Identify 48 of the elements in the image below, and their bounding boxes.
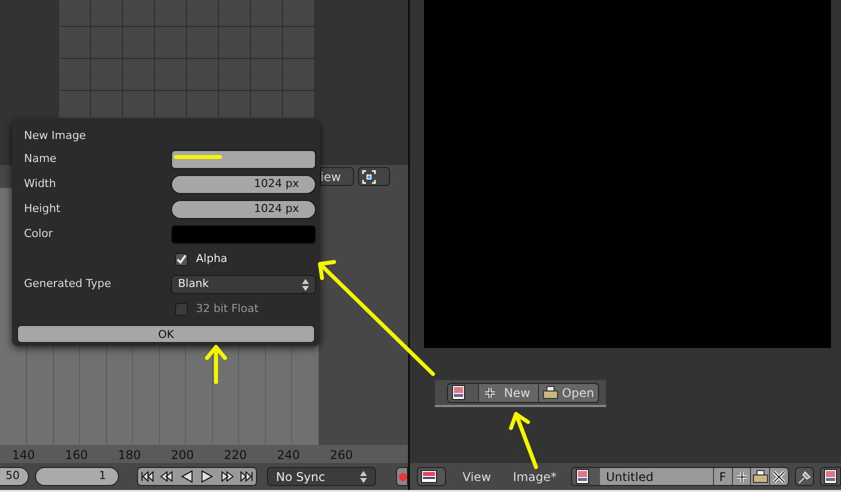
field-label: Width (24, 176, 56, 192)
updown-arrows-icon (302, 278, 309, 290)
ruler-label: 160 (65, 447, 88, 464)
number-field[interactable]: 1024 px (171, 175, 316, 194)
highlighter-mark (174, 155, 222, 160)
checkbox[interactable]: Alpha (175, 251, 228, 268)
playback-controls[interactable] (137, 467, 258, 486)
sync-dropdown[interactable]: No Sync (267, 467, 376, 486)
menu-item[interactable]: View (462, 468, 492, 486)
field-label: Height (24, 201, 60, 218)
checkbox[interactable]: 32 bit Float (175, 301, 259, 318)
dialog-title: New Image (24, 128, 86, 144)
editor-type-button[interactable] (417, 467, 446, 486)
ruler-label: 140 (12, 447, 35, 464)
number-field[interactable]: 1024 px (171, 200, 316, 219)
check-icon (176, 254, 187, 265)
current-frame-field[interactable]: 1 (34, 467, 120, 486)
display-mode-button[interactable] (358, 167, 390, 186)
field-label: Generated Type (24, 276, 112, 292)
field-label: Name (24, 151, 56, 168)
ruler-label: 200 (171, 447, 194, 464)
name-field[interactable] (171, 150, 316, 169)
plus-icon (484, 386, 496, 398)
focus-icon (362, 170, 376, 184)
color-swatch[interactable] (171, 225, 316, 244)
ruler-label: 180 (118, 447, 141, 464)
ruler-label: 260 (330, 447, 353, 464)
end-frame-field[interactable]: 50 (0, 467, 29, 486)
new-button[interactable]: New (478, 384, 538, 402)
menu-item[interactable]: Image* (513, 468, 557, 486)
pin-button[interactable] (795, 467, 814, 486)
browse-image-button[interactable] (448, 384, 478, 402)
annotation-arrow (508, 411, 539, 470)
image-icon (824, 469, 837, 484)
record-button[interactable] (396, 467, 408, 486)
type-dropdown[interactable]: Blank (171, 275, 316, 294)
open-button[interactable]: Open (538, 384, 598, 402)
image-icon (421, 470, 437, 483)
image-slot-button[interactable] (820, 467, 841, 486)
folder-icon (543, 386, 558, 399)
view-dropdown[interactable]: iew (320, 167, 354, 186)
ruler-label: 220 (224, 447, 247, 464)
annotation-arrow (204, 344, 228, 385)
ok-button[interactable]: OK (17, 325, 315, 343)
updown-arrows-icon (360, 470, 368, 482)
ruler-label: 240 (277, 447, 300, 464)
image-icon (452, 385, 465, 400)
field-label: Color (24, 226, 53, 242)
